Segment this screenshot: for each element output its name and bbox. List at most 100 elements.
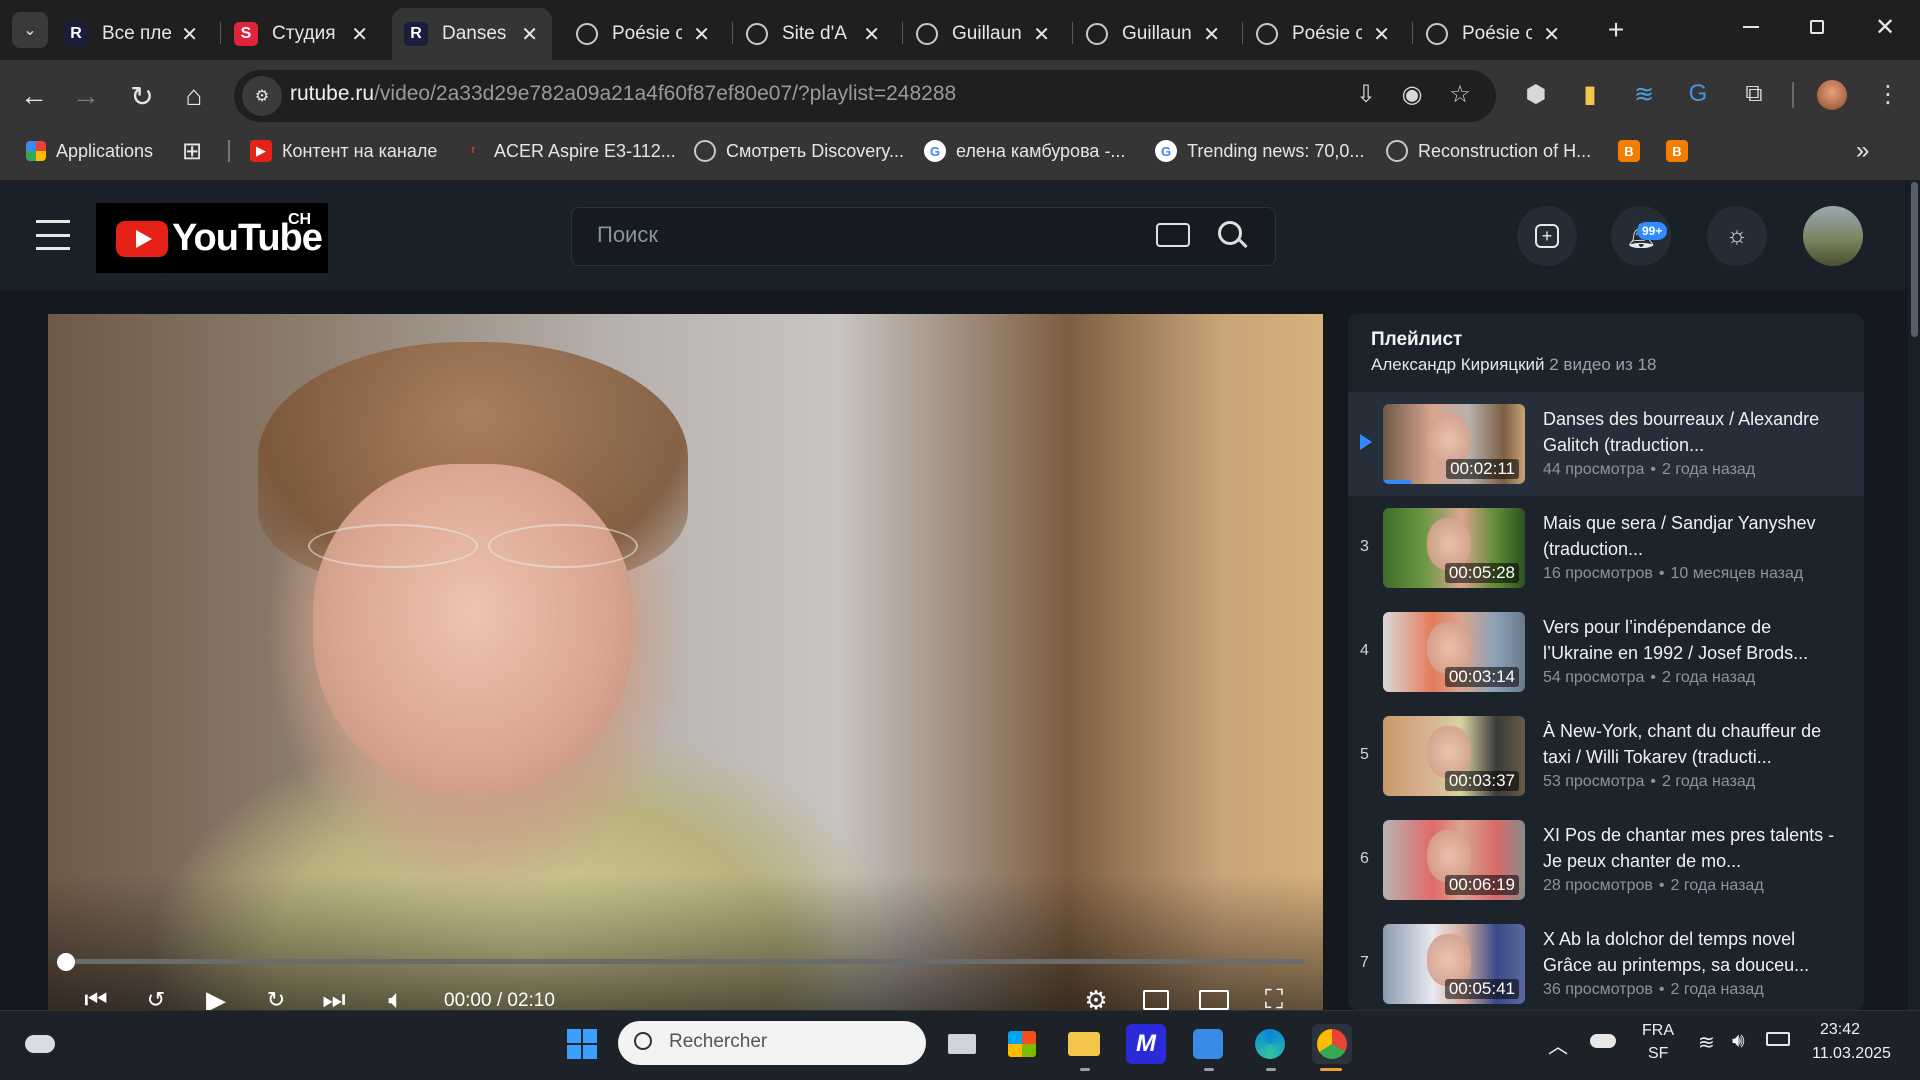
close-window-button[interactable]: ✕ <box>1870 12 1900 42</box>
tab-search-button[interactable]: ⌄ <box>12 12 48 48</box>
tab-close-icon[interactable]: ✕ <box>351 22 368 47</box>
page-scrollbar-thumb[interactable] <box>1911 182 1918 337</box>
active-app-indicator <box>1320 1068 1342 1071</box>
bookmark-acer[interactable]: ᶠ ACER Aspire E3-112... <box>462 136 675 166</box>
bookmark-blogger-1[interactable]: B <box>1618 136 1650 166</box>
browser-tab[interactable]: Site d'A ✕ <box>734 8 894 60</box>
clock-time[interactable]: 23:42 <box>1820 1021 1860 1039</box>
minimize-button[interactable] <box>1736 12 1766 42</box>
store-button[interactable] <box>1002 1024 1042 1064</box>
start-button[interactable] <box>562 1024 602 1064</box>
tab-close-icon[interactable]: ✕ <box>521 22 538 47</box>
home-button[interactable]: ⌂ <box>176 78 212 114</box>
new-tab-button[interactable]: + <box>1600 14 1632 46</box>
translate-icon[interactable]: G <box>1682 78 1714 110</box>
picture-in-picture-icon <box>1143 990 1169 1010</box>
reload-button[interactable]: ↻ <box>124 78 160 114</box>
tray-overflow-chevron-icon[interactable]: ︿ <box>1548 1030 1568 1059</box>
browser-tab[interactable]: S Студия ✕ <box>222 8 382 60</box>
browser-tab[interactable]: Poésie c ✕ <box>1244 8 1404 60</box>
playlist-author[interactable]: Александр Кирияцкий <box>1371 355 1545 374</box>
keyboard-icon[interactable] <box>1156 223 1190 247</box>
install-app-icon[interactable]: ⇩ <box>1350 78 1382 110</box>
app-blue-button[interactable] <box>1188 1024 1228 1064</box>
bookmark-kontent[interactable]: ▶ Контент на канале <box>250 136 437 166</box>
back-button[interactable]: ← <box>16 78 52 114</box>
video-thumbnail[interactable]: 00:03:14 <box>1383 612 1525 692</box>
playlist-item-title[interactable]: XI Pos de chantar mes pres talents - Je … <box>1543 822 1843 874</box>
playlist-item[interactable]: 00:02:11 Danses des bourreaux / Alexandre… <box>1348 392 1864 496</box>
app-m-button[interactable]: M <box>1126 1024 1166 1064</box>
theme-toggle-button[interactable]: ☼ <box>1707 206 1767 266</box>
extension-speech-icon[interactable]: ≋ <box>1628 78 1660 110</box>
browser-tab[interactable]: R Все пле ✕ <box>52 8 212 60</box>
upload-button[interactable]: + <box>1517 206 1577 266</box>
input-language[interactable]: FRA <box>1642 1022 1674 1040</box>
tab-close-icon[interactable]: ✕ <box>693 22 710 47</box>
restore-button[interactable] <box>1802 12 1832 42</box>
playlist-item[interactable]: 7 00:05:41 X Ab la dolchor del temps novel… <box>1348 912 1864 1016</box>
playlist-item-title[interactable]: X Ab la dolchor del temps novel Grâce au… <box>1543 926 1843 978</box>
profile-avatar[interactable] <box>1817 80 1847 110</box>
forward-button[interactable]: → <box>68 78 104 114</box>
video-player[interactable] <box>48 314 1323 1010</box>
bookmark-reconstruction[interactable]: Reconstruction of H... <box>1386 136 1591 166</box>
video-progress-bar[interactable] <box>66 959 1304 964</box>
extension-doc-icon[interactable]: ▮ <box>1574 78 1606 110</box>
clock-date[interactable]: 11.03.2025 <box>1812 1045 1891 1063</box>
browser-tab[interactable]: Guillaun ✕ <box>1074 8 1234 60</box>
task-view-button[interactable] <box>942 1024 982 1064</box>
speaker-icon[interactable]: 🔊︎ <box>1732 1030 1745 1053</box>
address-url[interactable]: rutube.ru/video/2a33d29e782a09a21a4f60f8… <box>290 82 956 106</box>
site-logo[interactable]: YouTube CH <box>96 203 328 273</box>
progress-handle[interactable] <box>57 953 75 971</box>
tab-close-icon[interactable]: ✕ <box>1373 22 1390 47</box>
battery-icon[interactable] <box>1766 1032 1790 1046</box>
site-info-icon[interactable]: ⚙ <box>242 76 282 116</box>
star-icon[interactable]: ☆ <box>1444 78 1476 110</box>
bookmarks-overflow-button[interactable]: » <box>1856 136 1869 166</box>
playlist-item[interactable]: 3 00:05:28 Mais que sera / Sandjar Yanyshe… <box>1348 496 1864 600</box>
video-thumbnail[interactable]: 00:03:37 <box>1383 716 1525 796</box>
more-menu-icon[interactable]: ⋮ <box>1872 78 1904 110</box>
tab-groups-button[interactable]: ⊞ <box>182 136 202 166</box>
eye-off-icon[interactable]: ◉ <box>1396 78 1428 110</box>
playlist-item-title[interactable]: Danses des bourreaux / Alexandre Galitch… <box>1543 406 1843 458</box>
playlist-item[interactable]: 4 00:03:14 Vers pour l’indépendance de l’U… <box>1348 600 1864 704</box>
reload-icon: ↻ <box>130 80 154 112</box>
taskbar-search-input[interactable] <box>618 1021 926 1065</box>
playlist-item-title[interactable]: À New-York, chant du chauffeur de taxi /… <box>1543 718 1843 770</box>
wifi-icon[interactable]: ≋ <box>1698 1030 1715 1055</box>
tab-close-icon[interactable]: ✕ <box>1203 22 1220 47</box>
user-avatar[interactable] <box>1803 206 1863 266</box>
bookmark-kamburova[interactable]: G елена камбурова -... <box>924 136 1125 166</box>
bookmark-blogger-2[interactable]: B <box>1666 136 1698 166</box>
video-thumbnail[interactable]: 00:05:28 <box>1383 508 1525 588</box>
video-thumbnail[interactable]: 00:05:41 <box>1383 924 1525 1004</box>
extension-shield-icon[interactable]: ⬢ <box>1520 78 1552 110</box>
video-thumbnail[interactable]: 00:06:19 <box>1383 820 1525 900</box>
tab-close-icon[interactable]: ✕ <box>1543 22 1560 47</box>
weather-widget[interactable] <box>20 1024 60 1064</box>
bookmark-applications[interactable]: Applications <box>26 136 153 166</box>
playlist-item[interactable]: 6 00:06:19 XI Pos de chantar mes pres tale… <box>1348 808 1864 912</box>
tab-close-icon[interactable]: ✕ <box>181 22 198 47</box>
tab-close-icon[interactable]: ✕ <box>1033 22 1050 47</box>
onedrive-icon[interactable] <box>1590 1034 1616 1048</box>
edge-button[interactable] <box>1250 1024 1290 1064</box>
extensions-puzzle-icon[interactable]: ⧉ <box>1738 78 1770 110</box>
chrome-button[interactable] <box>1312 1024 1352 1064</box>
browser-tab[interactable]: R Danses ✕ <box>392 8 552 60</box>
playlist-item[interactable]: 5 00:03:37 À New-York, chant du chauffeur … <box>1348 704 1864 808</box>
bookmark-trending[interactable]: G Trending news: 70,0... <box>1155 136 1364 166</box>
bookmark-discovery[interactable]: Смотреть Discovery... <box>694 136 904 166</box>
playlist-item-title[interactable]: Vers pour l’indépendance de l’Ukraine en… <box>1543 614 1843 666</box>
playlist-item-title[interactable]: Mais que sera / Sandjar Yanyshev (traduc… <box>1543 510 1843 562</box>
file-explorer-button[interactable] <box>1064 1024 1104 1064</box>
tab-close-icon[interactable]: ✕ <box>863 22 880 47</box>
hamburger-menu-icon[interactable] <box>36 220 70 250</box>
browser-tab[interactable]: Guillaun ✕ <box>904 8 1064 60</box>
browser-tab[interactable]: Poésie c ✕ <box>1414 8 1574 60</box>
video-thumbnail[interactable]: 00:02:11 <box>1383 404 1525 484</box>
browser-tab[interactable]: Poésie c ✕ <box>564 8 724 60</box>
